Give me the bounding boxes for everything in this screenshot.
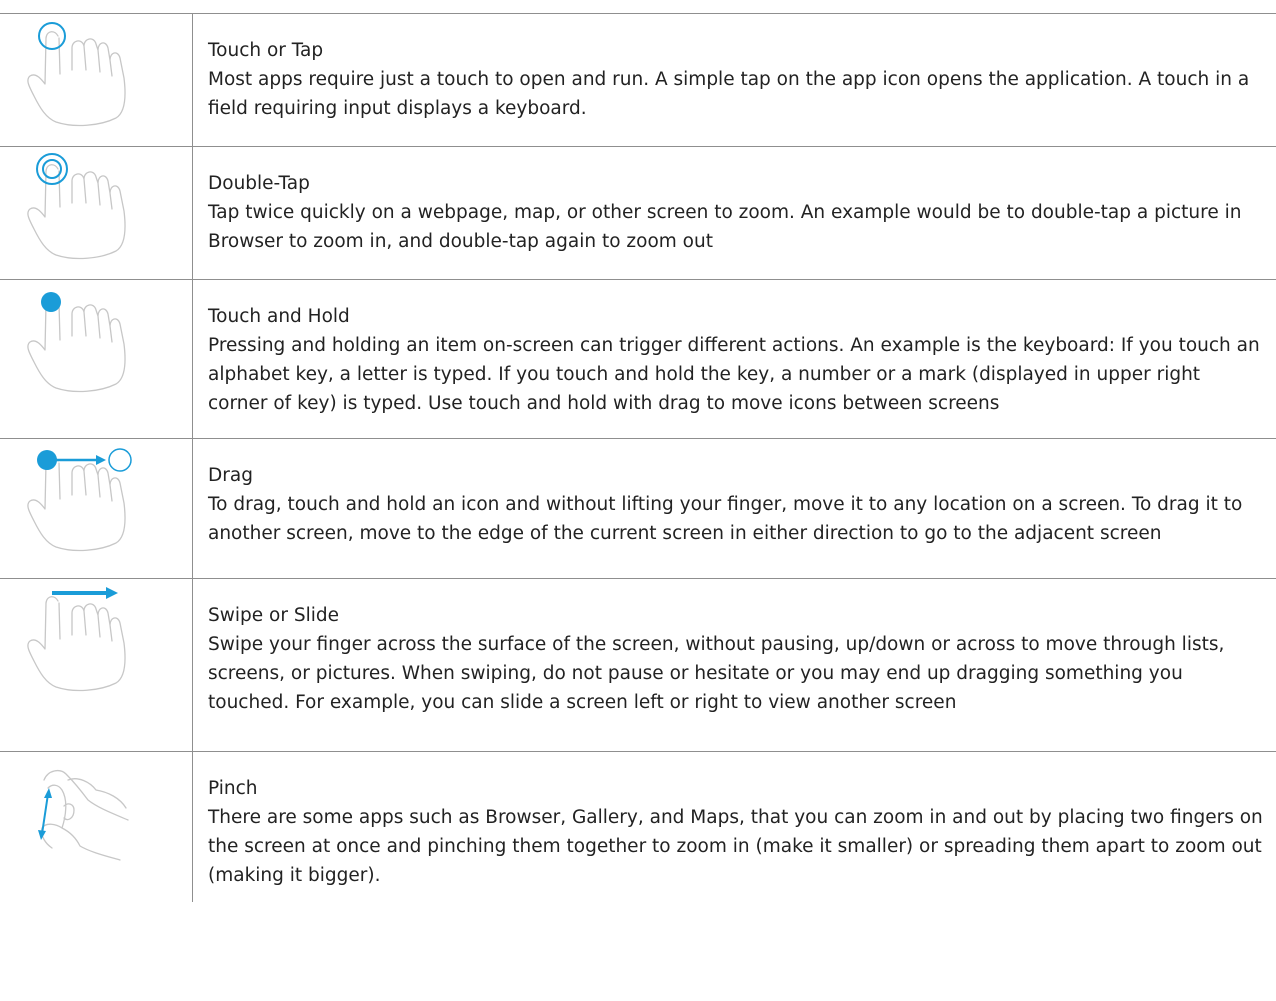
gesture-description: Most apps require just a touch to open a… (208, 69, 1250, 119)
gesture-text-cell: Drag To drag, touch and hold an icon and… (192, 438, 1276, 579)
gesture-icon-cell (0, 279, 193, 439)
gesture-row: Pinch There are some apps such as Browse… (0, 751, 1276, 902)
gesture-description: Tap twice quickly on a webpage, map, or … (208, 202, 1242, 252)
touch-tap-icon (27, 22, 126, 127)
gesture-icon-cell (0, 438, 193, 579)
gesture-row: Double-Tap Tap twice quickly on a webpag… (0, 146, 1276, 280)
gesture-text-cell: Double-Tap Tap twice quickly on a webpag… (192, 146, 1276, 280)
double-tap-icon (27, 153, 126, 260)
gestures-table: Touch or Tap Most apps require just a to… (0, 13, 1276, 902)
gesture-icon-cell (0, 578, 193, 752)
gesture-description: Swipe your finger across the surface of … (208, 634, 1225, 713)
gesture-row: Touch and Hold Pressing and holding an i… (0, 279, 1276, 439)
swipe-icon (27, 587, 126, 692)
gesture-icon-cell (0, 13, 193, 147)
gesture-row: Swipe or Slide Swipe your finger across … (0, 578, 1276, 752)
gesture-text-cell: Touch or Tap Most apps require just a to… (192, 13, 1276, 147)
gesture-title: Touch and Hold (208, 306, 350, 327)
gesture-title: Swipe or Slide (208, 605, 339, 626)
gesture-description: There are some apps such as Browser, Gal… (208, 807, 1263, 886)
gesture-title: Pinch (208, 778, 258, 799)
touch-hold-icon (27, 292, 126, 393)
gesture-title: Drag (208, 465, 253, 486)
gesture-text-cell: Pinch There are some apps such as Browse… (193, 752, 1276, 902)
gesture-text-cell: Swipe or Slide Swipe your finger across … (192, 578, 1276, 752)
drag-icon (27, 448, 132, 552)
gesture-icon-cell (0, 146, 193, 280)
gesture-description: To drag, touch and hold an icon and with… (208, 494, 1243, 544)
gesture-text-cell: Touch and Hold Pressing and holding an i… (192, 279, 1276, 439)
gesture-title: Touch or Tap (208, 40, 324, 61)
gesture-row: Touch or Tap Most apps require just a to… (0, 13, 1276, 147)
pinch-icon (38, 769, 129, 861)
gesture-title: Double-Tap (208, 173, 310, 194)
gesture-description: Pressing and holding an item on-screen c… (208, 335, 1260, 414)
gesture-row: Drag To drag, touch and hold an icon and… (0, 438, 1276, 579)
gesture-icon-cell (0, 751, 193, 902)
